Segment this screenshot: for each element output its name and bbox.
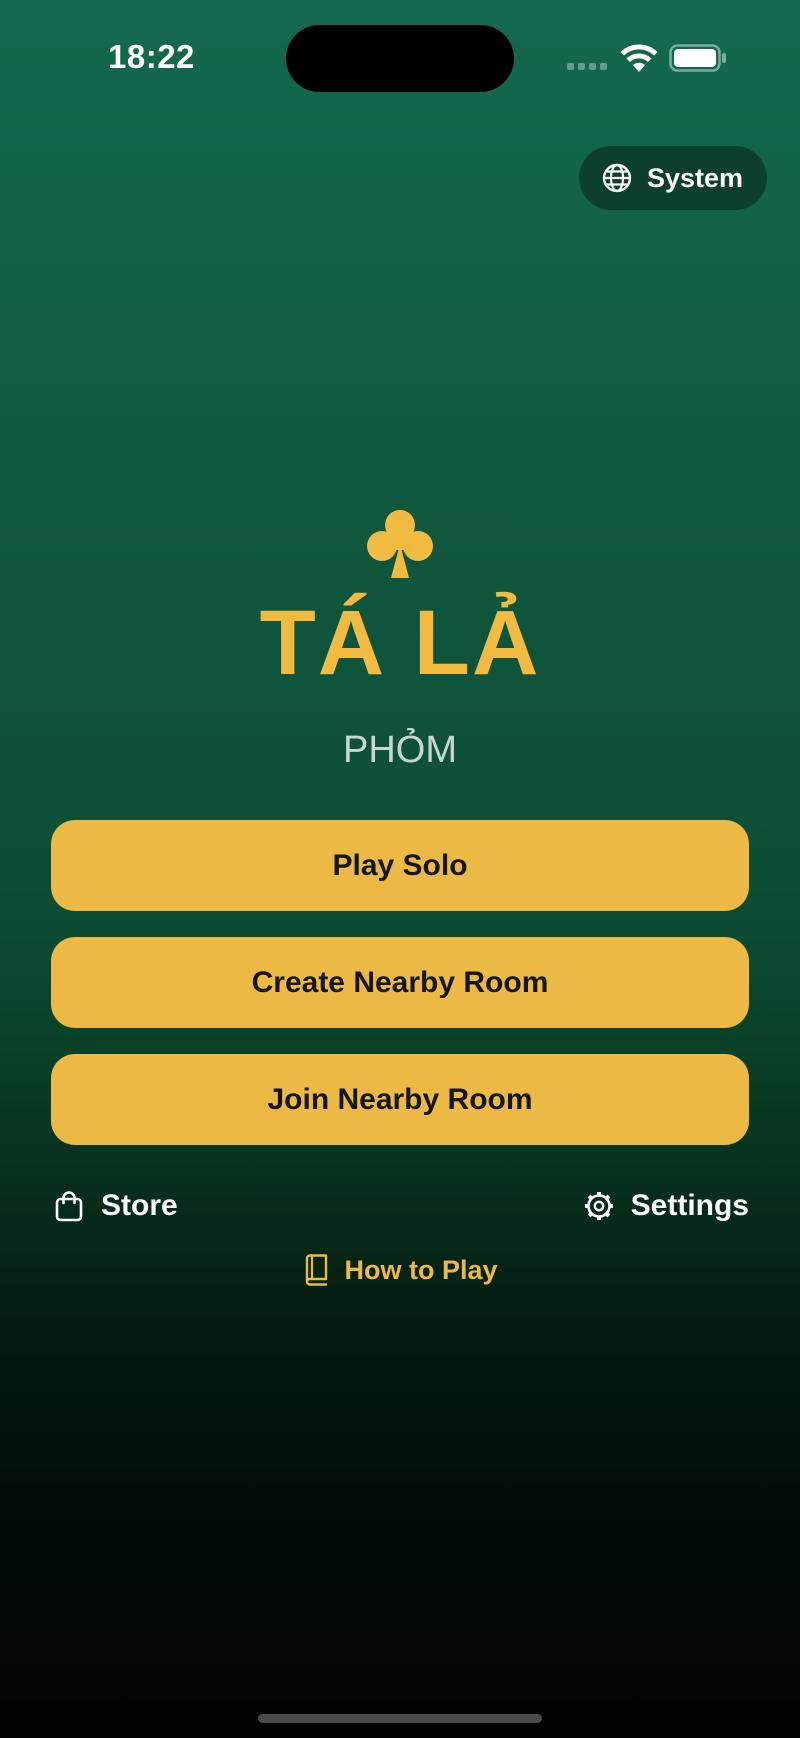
join-nearby-room-button[interactable]: Join Nearby Room <box>51 1054 749 1145</box>
store-label: Store <box>101 1189 178 1222</box>
settings-button[interactable]: Settings <box>583 1184 749 1228</box>
play-solo-button[interactable]: Play Solo <box>51 820 749 911</box>
battery-icon <box>669 44 726 72</box>
gear-icon <box>584 1192 613 1220</box>
dynamic-island <box>286 25 514 92</box>
store-button[interactable]: Store <box>53 1184 178 1228</box>
book-icon <box>306 1254 328 1286</box>
shopping-bag-icon <box>55 1191 83 1222</box>
language-label: System <box>647 162 744 193</box>
cellular-signal-icon <box>567 63 607 70</box>
how-to-play-label: How to Play <box>344 1254 498 1285</box>
how-to-play-button[interactable]: How to Play <box>0 1248 800 1292</box>
status-time: 18:22 <box>108 38 195 75</box>
create-nearby-room-button[interactable]: Create Nearby Room <box>51 937 749 1028</box>
globe-icon <box>602 163 632 193</box>
settings-label: Settings <box>630 1189 749 1222</box>
app-title: TÁ LẢ <box>259 592 541 694</box>
app-subtitle: PHỎM <box>343 729 457 771</box>
language-button[interactable]: System <box>579 146 767 210</box>
home-indicator[interactable] <box>258 1714 542 1723</box>
club-suit-icon <box>367 510 433 578</box>
wifi-icon <box>620 44 658 72</box>
